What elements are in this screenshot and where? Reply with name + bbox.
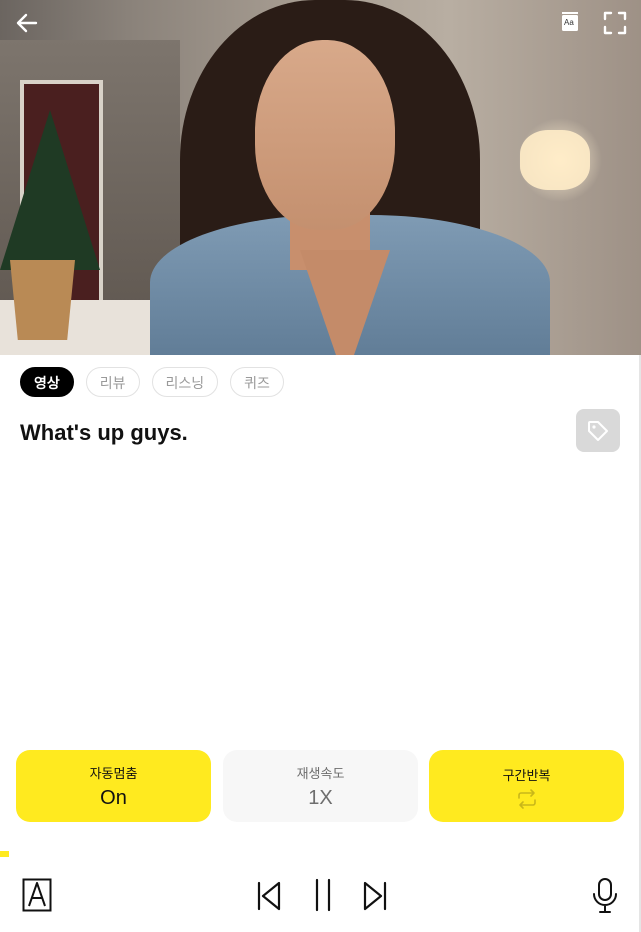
- arrow-left-icon: [16, 13, 38, 33]
- playback-speed-value: 1X: [308, 787, 333, 809]
- fullscreen-button[interactable]: [602, 10, 628, 36]
- playback-speed-control[interactable]: 재생속도 1X: [223, 750, 418, 822]
- playback-speed-label: 재생속도: [296, 766, 345, 781]
- section-repeat-label: 구간반복: [502, 768, 551, 783]
- tab-quiz[interactable]: 퀴즈: [230, 367, 284, 397]
- video-lamp: [520, 130, 590, 190]
- font-button[interactable]: [22, 878, 52, 912]
- video-player[interactable]: Aa: [0, 0, 641, 355]
- repeat-icon: [517, 789, 536, 809]
- tag-button[interactable]: [576, 409, 620, 452]
- subtitle-button[interactable]: Aa: [560, 11, 580, 33]
- autostop-label: 자동멈춤: [89, 766, 138, 781]
- pause-icon: [315, 878, 331, 912]
- tab-bar: 영상 리뷰 리스닝 퀴즈: [20, 367, 284, 397]
- skip-next-icon: [363, 881, 387, 911]
- font-a-icon: [22, 878, 52, 912]
- autostop-control[interactable]: 자동멈춤 On: [16, 750, 211, 822]
- autostop-value: On: [100, 787, 127, 809]
- back-button[interactable]: [14, 10, 40, 36]
- subtitle-icon-text: Aa: [564, 18, 574, 27]
- pause-button[interactable]: [311, 877, 335, 913]
- skip-previous-icon: [257, 881, 281, 911]
- tag-icon: [588, 420, 608, 441]
- video-tree-pot: [10, 260, 75, 340]
- tab-review[interactable]: 리뷰: [85, 367, 140, 397]
- video-christmas-tree: [0, 110, 100, 270]
- next-sentence-button[interactable]: [362, 880, 388, 912]
- video-person-face: [255, 40, 395, 230]
- fullscreen-icon: [603, 11, 627, 35]
- microphone-button[interactable]: [591, 877, 619, 915]
- microphone-icon: [593, 878, 617, 913]
- repeat-icon-wrap: [429, 788, 624, 815]
- tab-listening[interactable]: 리스닝: [151, 367, 219, 397]
- current-sentence: What's up guys.: [20, 420, 188, 445]
- previous-sentence-button[interactable]: [256, 880, 282, 912]
- tab-video[interactable]: 영상: [20, 367, 74, 397]
- section-repeat-control[interactable]: 구간반복: [429, 750, 624, 822]
- playback-progress-bar[interactable]: [0, 851, 9, 857]
